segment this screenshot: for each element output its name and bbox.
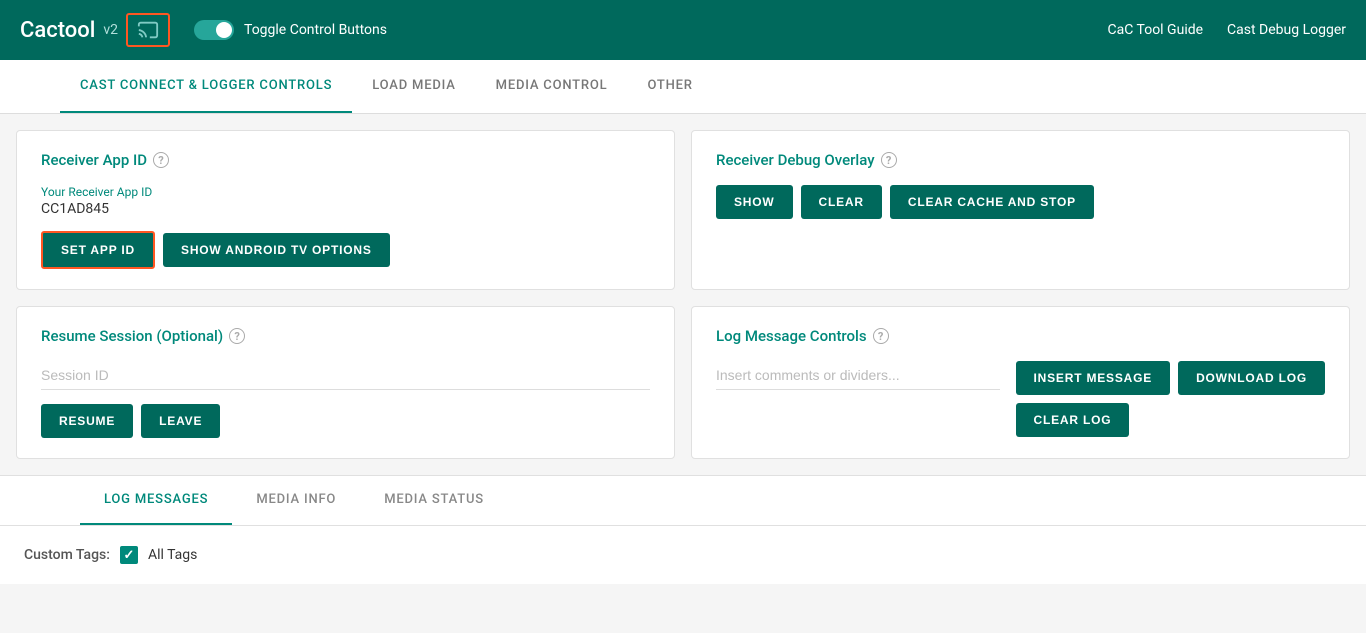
tab-media-info[interactable]: MEDIA INFO [232,476,360,525]
receiver-debug-title: Receiver Debug Overlay ? [716,151,1325,169]
tab-media-status[interactable]: MEDIA STATUS [360,476,508,525]
show-android-tv-button[interactable]: SHOW ANDROID TV OPTIONS [163,233,390,267]
receiver-debug-card: Receiver Debug Overlay ? SHOW CLEAR CLEA… [691,130,1350,290]
toggle-switch[interactable] [194,20,234,40]
log-comment-input[interactable] [716,361,1000,390]
tab-log-messages[interactable]: LOG MESSAGES [80,476,232,525]
leave-button[interactable]: LEAVE [141,404,220,438]
header: Cactool v2 Toggle Control Buttons CaC To… [0,0,1366,60]
cards-row-1: Receiver App ID ? Your Receiver App ID C… [16,130,1350,290]
log-message-title: Log Message Controls ? [716,327,1325,345]
log-message-help-icon[interactable]: ? [873,328,889,344]
all-tags-label: All Tags [148,547,197,563]
tab-media-control[interactable]: MEDIA CONTROL [476,60,628,113]
logo-version: v2 [103,22,118,38]
resume-session-card: Resume Session (Optional) ? RESUME LEAVE [16,306,675,459]
bottom-tabs: LOG MESSAGES MEDIA INFO MEDIA STATUS [0,476,1366,526]
main-content: Receiver App ID ? Your Receiver App ID C… [0,114,1366,459]
bottom-section: LOG MESSAGES MEDIA INFO MEDIA STATUS Cus… [0,475,1366,584]
log-msg-controls: INSERT MESSAGE DOWNLOAD LOG CLEAR LOG [716,361,1325,437]
receiver-app-title: Receiver App ID ? [41,151,650,169]
resume-session-help-icon[interactable]: ? [229,328,245,344]
cast-debug-logger-link[interactable]: Cast Debug Logger [1227,22,1346,38]
cac-tool-guide-link[interactable]: CaC Tool Guide [1108,22,1204,38]
tab-other[interactable]: OTHER [627,60,712,113]
download-log-button[interactable]: DOWNLOAD LOG [1178,361,1325,395]
logo-text: Cactool [20,18,95,43]
resume-button[interactable]: RESUME [41,404,133,438]
receiver-app-buttons: SET APP ID SHOW ANDROID TV OPTIONS [41,231,650,269]
cards-row-2: Resume Session (Optional) ? RESUME LEAVE… [16,306,1350,459]
log-message-card: Log Message Controls ? INSERT MESSAGE DO… [691,306,1350,459]
receiver-app-card: Receiver App ID ? Your Receiver App ID C… [16,130,675,290]
receiver-app-input-label: Your Receiver App ID [41,185,650,199]
tab-load-media[interactable]: LOAD MEDIA [352,60,475,113]
show-debug-button[interactable]: SHOW [716,185,793,219]
insert-message-button[interactable]: INSERT MESSAGE [1016,361,1171,395]
session-id-input[interactable] [41,361,650,390]
cast-icon-box[interactable] [126,13,170,47]
receiver-app-input-value: CC1AD845 [41,201,650,217]
toggle-area: Toggle Control Buttons [194,20,387,40]
header-nav: CaC Tool Guide Cast Debug Logger [1108,22,1347,38]
log-buttons-col: INSERT MESSAGE DOWNLOAD LOG CLEAR LOG [1016,361,1325,437]
cast-icon [134,19,162,41]
clear-log-button[interactable]: CLEAR LOG [1016,403,1130,437]
resume-session-title: Resume Session (Optional) ? [41,327,650,345]
log-top-buttons: INSERT MESSAGE DOWNLOAD LOG [1016,361,1325,395]
bottom-content: Custom Tags: All Tags [0,526,1366,584]
toggle-label: Toggle Control Buttons [244,22,387,38]
receiver-debug-buttons: SHOW CLEAR CLEAR CACHE AND STOP [716,185,1325,219]
clear-debug-button[interactable]: CLEAR [801,185,882,219]
resume-session-buttons: RESUME LEAVE [41,404,650,438]
custom-tags-label: Custom Tags: [24,547,110,563]
clear-cache-stop-button[interactable]: CLEAR CACHE AND STOP [890,185,1094,219]
all-tags-checkbox[interactable] [120,546,138,564]
receiver-debug-help-icon[interactable]: ? [881,152,897,168]
main-tabs: CAST CONNECT & LOGGER CONTROLS LOAD MEDI… [0,60,1366,114]
tab-cast-connect[interactable]: CAST CONNECT & LOGGER CONTROLS [60,60,352,113]
log-input-area [716,361,1000,390]
receiver-app-help-icon[interactable]: ? [153,152,169,168]
logo-area: Cactool v2 [20,13,170,47]
custom-tags-row: Custom Tags: All Tags [24,546,1342,564]
set-app-id-button[interactable]: SET APP ID [41,231,155,269]
